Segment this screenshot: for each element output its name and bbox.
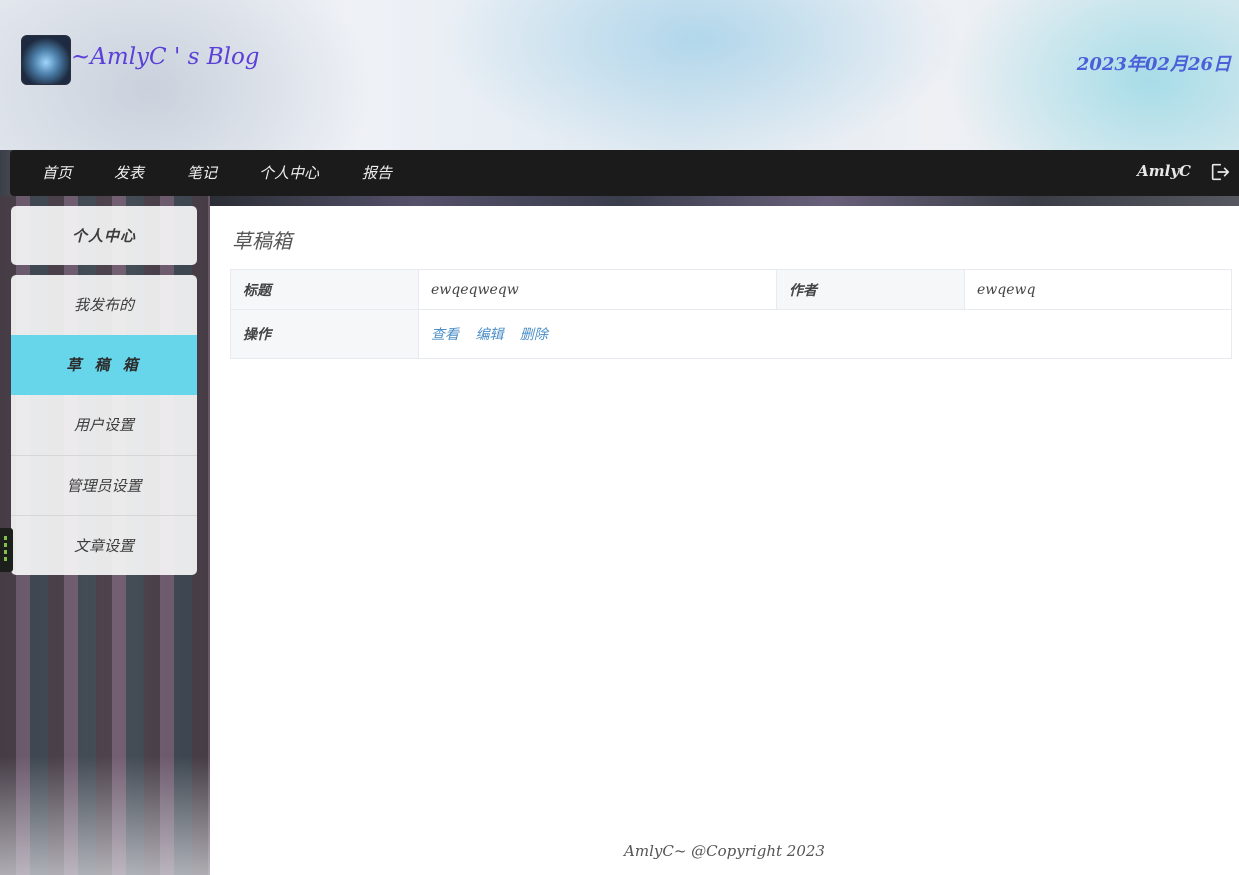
sidebar-item-admin-settings[interactable]: 管理员设置 [11,455,197,515]
logout-icon[interactable] [1209,161,1231,183]
header-date: 2023年02月26日 [1076,54,1231,75]
nav-username[interactable]: AmlyC [1137,162,1191,180]
edit-link[interactable]: 编辑 [475,327,503,343]
sidebar-item-drafts[interactable]: 草 稿 箱 [11,335,197,395]
nav-item-publish[interactable]: 发表 [114,162,144,183]
nav-item-notes[interactable]: 笔记 [187,162,217,183]
main-panel: 草稿箱 标题 ewqeqweqw 作者 ewqewq 操作 查看 编辑 删除 A… [210,206,1239,875]
sidebar-menu: 我发布的 草 稿 箱 用户设置 管理员设置 文章设置 [11,275,197,575]
nav-item-reports[interactable]: 报告 [362,162,392,183]
page-title: 草稿箱 [232,229,292,253]
title-value: ewqeqweqw [418,269,777,310]
author-value: ewqewq [964,269,1232,310]
blog-logo[interactable] [21,35,71,85]
sidebar-item-user-settings[interactable]: 用户设置 [11,395,197,455]
nav-item-home[interactable]: 首页 [42,162,72,183]
nav-item-profile[interactable]: 个人中心 [259,162,319,183]
sidebar-item-article-settings[interactable]: 文章设置 [11,515,197,575]
delete-link[interactable]: 删除 [520,327,548,343]
table-row: 操作 查看 编辑 删除 [230,309,1232,359]
table-row: 标题 ewqeqweqw 作者 ewqewq [230,269,1232,310]
sidebar-item-my-posts[interactable]: 我发布的 [11,275,197,335]
top-nav: 首页 发表 笔记 个人中心 报告 AmlyC [10,150,1239,196]
actions-cell: 查看 编辑 删除 [418,309,1232,359]
sidebar-section-header: 个人中心 [11,206,197,265]
draft-table: 标题 ewqeqweqw 作者 ewqewq 操作 查看 编辑 删除 [230,269,1232,359]
header: ~AmlyC ' s Blog 2023年02月26日 [0,0,1239,150]
author-label: 作者 [776,269,965,310]
content-background-band [210,196,1239,206]
title-label: 标题 [230,269,419,310]
actions-label: 操作 [230,309,419,359]
edge-widget[interactable] [0,528,13,572]
view-link[interactable]: 查看 [431,327,459,343]
site-title[interactable]: ~AmlyC ' s Blog [71,44,260,70]
footer-copyright: AmlyC~ @Copyright 2023 [624,842,825,860]
sidebar-section-title: 个人中心 [71,227,136,245]
